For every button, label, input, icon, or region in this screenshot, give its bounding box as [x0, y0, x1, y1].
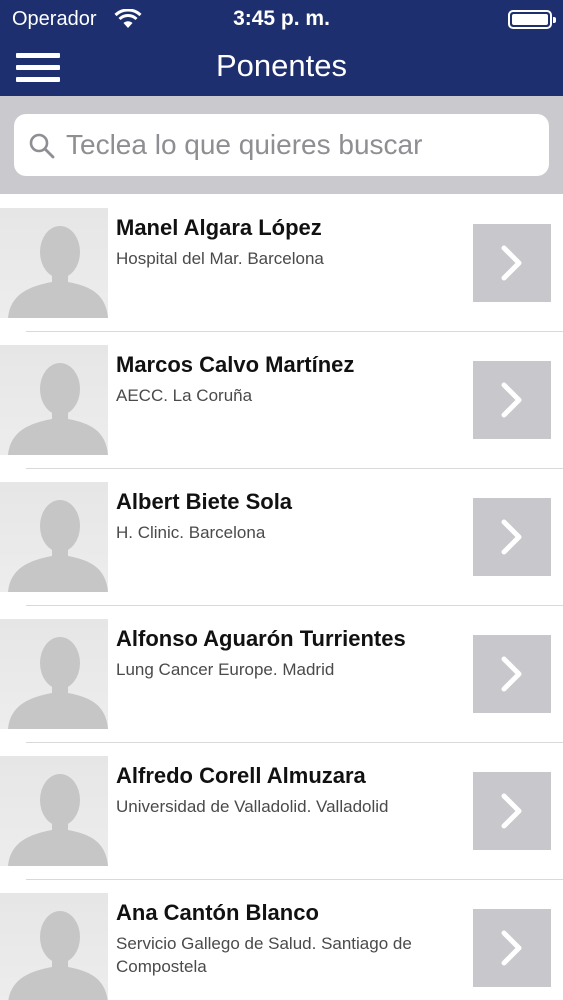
- speaker-name: Albert Biete Sola: [116, 489, 293, 514]
- speaker-row[interactable]: Albert Biete Sola H. Clinic. Barcelona: [0, 468, 563, 605]
- row-separator: [26, 605, 563, 606]
- chevron-right-icon[interactable]: [473, 224, 551, 302]
- speaker-row[interactable]: Alfonso Aguarón Turrientes Lung Cancer E…: [0, 605, 563, 742]
- speaker-name: Alfonso Aguarón Turrientes: [116, 626, 406, 651]
- speaker-affiliation: Universidad de Valladolid. Valladolid: [116, 797, 389, 816]
- avatar-placeholder-icon: [0, 619, 108, 729]
- avatar-placeholder-icon: [0, 893, 108, 1000]
- search-input[interactable]: [66, 114, 536, 176]
- navigation-bar: Ponentes: [0, 38, 563, 96]
- chevron-right-icon[interactable]: [473, 772, 551, 850]
- page-title: Ponentes: [216, 48, 347, 83]
- speaker-name: Manel Algara López: [116, 215, 322, 240]
- speaker-affiliation: Servicio Gallego de Salud. Santiago de C…: [116, 934, 412, 976]
- chevron-right-icon[interactable]: [473, 909, 551, 987]
- speaker-row[interactable]: Alfredo Corell Almuzara Universidad de V…: [0, 742, 563, 879]
- speaker-name: Ana Cantón Blanco: [116, 900, 319, 925]
- speaker-affiliation: AECC. La Coruña: [116, 386, 253, 405]
- speaker-affiliation: Hospital del Mar. Barcelona: [116, 249, 324, 268]
- status-bar: Operador 3:45 p. m.: [0, 0, 563, 38]
- chevron-right-icon[interactable]: [473, 361, 551, 439]
- row-separator: [26, 468, 563, 469]
- row-separator: [26, 742, 563, 743]
- speaker-name: Marcos Calvo Martínez: [116, 352, 355, 377]
- battery-icon: [508, 10, 556, 29]
- row-separator: [26, 331, 563, 332]
- speaker-name: Alfredo Corell Almuzara: [116, 763, 366, 788]
- speaker-affiliation: H. Clinic. Barcelona: [116, 523, 266, 542]
- top-bar: Operador 3:45 p. m. Ponentes: [0, 0, 563, 96]
- speaker-list: Manel Algara López Hospital del Mar. Bar…: [0, 194, 563, 1000]
- row-separator: [26, 879, 563, 880]
- avatar-placeholder-icon: [0, 482, 108, 592]
- avatar-placeholder-icon: [0, 345, 108, 455]
- avatar-placeholder-icon: [0, 756, 108, 866]
- search-box[interactable]: [14, 114, 549, 176]
- speaker-row[interactable]: Manel Algara López Hospital del Mar. Bar…: [0, 194, 563, 331]
- search-bar-container: [0, 96, 563, 194]
- search-icon: [29, 133, 55, 159]
- speaker-row[interactable]: Ana Cantón Blanco Servicio Gallego de Sa…: [0, 879, 563, 1000]
- chevron-right-icon[interactable]: [473, 498, 551, 576]
- avatar-placeholder-icon: [0, 208, 108, 318]
- status-time: 3:45 p. m.: [233, 7, 330, 30]
- speaker-row[interactable]: Marcos Calvo Martínez AECC. La Coruña: [0, 331, 563, 468]
- chevron-right-icon[interactable]: [473, 635, 551, 713]
- speaker-affiliation: Lung Cancer Europe. Madrid: [116, 660, 335, 679]
